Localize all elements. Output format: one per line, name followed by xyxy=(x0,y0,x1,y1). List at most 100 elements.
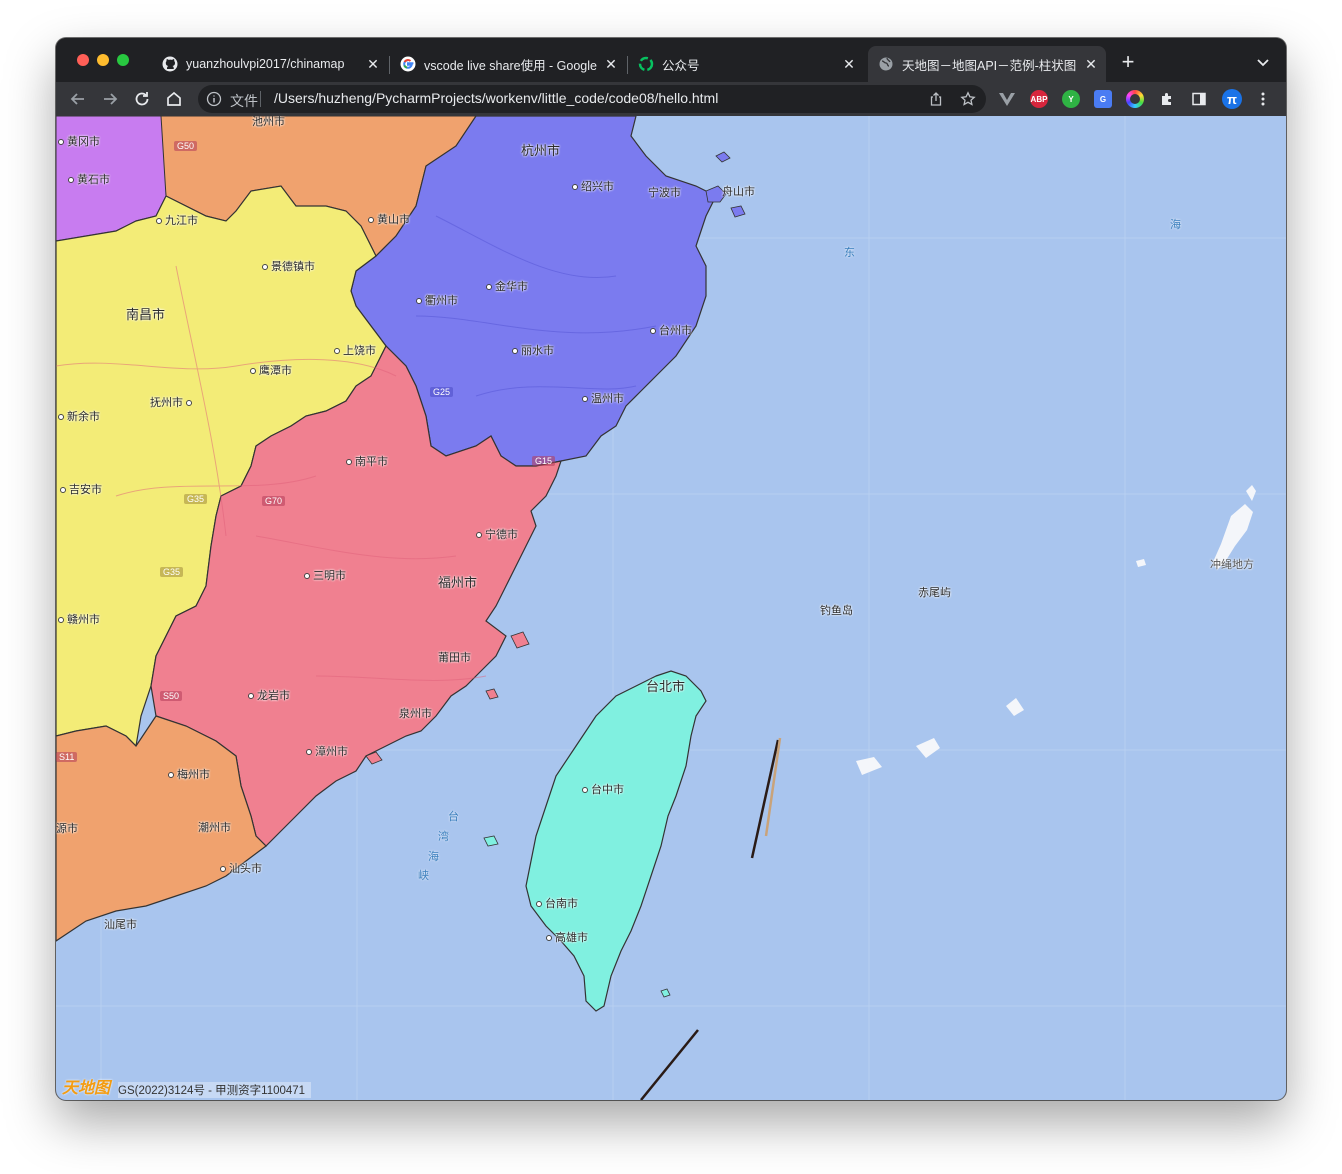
color-picker-icon[interactable] xyxy=(1126,90,1144,108)
forward-button[interactable] xyxy=(98,87,122,111)
chart-bar xyxy=(750,739,780,859)
tab-title: yuanzhoulvpi2017/chinamap xyxy=(186,57,345,71)
url-text[interactable]: /Users/huzheng/PycharmProjects/workenv/l… xyxy=(274,90,718,106)
chevron-down-icon xyxy=(1257,59,1269,67)
city-label: 池州市 xyxy=(252,116,285,128)
city-label: 赣州市 xyxy=(58,611,100,627)
google-icon xyxy=(400,56,416,72)
city-label: 汕头市 xyxy=(220,860,262,876)
back-button[interactable] xyxy=(66,87,90,111)
city-label: 景德镇市 xyxy=(262,258,315,274)
window-close-button[interactable] xyxy=(77,54,89,66)
sidebar-icon[interactable] xyxy=(1190,90,1208,108)
translate-icon[interactable]: G xyxy=(1094,90,1112,108)
bookmark-star-icon[interactable] xyxy=(958,89,978,109)
tab-vscode[interactable]: vscode live share使用 - Google ✕ xyxy=(390,46,626,82)
sea-label: 海 xyxy=(1170,219,1181,231)
close-icon[interactable]: ✕ xyxy=(840,55,858,73)
info-icon[interactable] xyxy=(206,91,222,110)
highway-shield: G25 xyxy=(430,387,454,397)
close-icon[interactable]: ✕ xyxy=(364,55,382,73)
city-label: 莆田市 xyxy=(438,652,471,664)
city-label: 金华市 xyxy=(486,278,528,294)
city-label: 台北市 xyxy=(646,679,686,694)
scheme-label: 文件 xyxy=(230,93,258,109)
close-icon[interactable]: ✕ xyxy=(1082,55,1100,73)
city-label: 宁德市 xyxy=(476,526,518,542)
vue-devtools-icon[interactable] xyxy=(998,90,1016,108)
arrow-right-icon xyxy=(104,93,118,105)
tab-github[interactable]: yuanzhoulvpi2017/chinamap ✕ xyxy=(152,46,388,82)
city-label: 吉安市 xyxy=(60,481,102,497)
highway-shield: G50 xyxy=(174,141,198,151)
city-label: 福州市 xyxy=(438,575,478,590)
region-taiwan xyxy=(525,670,707,1012)
city-label: 源市 xyxy=(56,823,78,835)
browser-window: yuanzhoulvpi2017/chinamap ✕ vscode live … xyxy=(56,38,1286,1100)
city-label: 泉州市 xyxy=(399,708,432,720)
chart-bar xyxy=(640,1029,699,1100)
tab-title: vscode live share使用 - Google xyxy=(424,58,597,73)
tianditu-logo[interactable]: 天地图 xyxy=(62,1074,110,1098)
yandex-icon[interactable]: Y xyxy=(1062,90,1080,108)
window-maximize-button[interactable] xyxy=(117,54,129,66)
address-bar[interactable]: 文件 /Users/huzheng/PycharmProjects/worken… xyxy=(198,85,986,113)
home-button[interactable] xyxy=(162,87,186,111)
adblock-icon[interactable]: ABP xyxy=(1030,90,1048,108)
sea-label: 峡 xyxy=(418,870,429,882)
profile-icon[interactable]: π xyxy=(1222,89,1242,109)
city-label: 抚州市 xyxy=(150,394,195,410)
sea-label: 湾 xyxy=(438,831,449,843)
city-label: 衢州市 xyxy=(416,292,458,308)
puzzle-icon[interactable] xyxy=(1158,90,1176,108)
city-label: 舟山市 xyxy=(722,186,755,198)
share-icon[interactable] xyxy=(926,89,946,109)
city-label: 梅州市 xyxy=(168,766,210,782)
new-tab-button[interactable]: + xyxy=(1118,51,1138,73)
tab-strip: yuanzhoulvpi2017/chinamap ✕ vscode live … xyxy=(56,38,1286,82)
reload-button[interactable] xyxy=(130,87,154,111)
sea-label: 海 xyxy=(428,851,439,863)
city-label: 汕尾市 xyxy=(104,919,137,931)
city-label: 高雄市 xyxy=(546,929,588,945)
map-copyright: GS(2022)3124号 - 甲测资字1100471 xyxy=(118,1082,312,1098)
tab-title: 天地图－地图API－范例-柱状图 xyxy=(902,58,1077,73)
city-label: 鹰潭市 xyxy=(250,362,292,378)
city-label: 龙岩市 xyxy=(248,687,290,703)
window-minimize-button[interactable] xyxy=(97,54,109,66)
close-icon[interactable]: ✕ xyxy=(602,55,620,73)
tab-search-button[interactable] xyxy=(1254,53,1272,71)
city-label: 潮州市 xyxy=(198,822,231,834)
city-label: 台中市 xyxy=(582,781,624,797)
map-viewport[interactable]: 杭州市 绍兴市 宁波市 舟山市 黄山市 池州市 黄冈市 黄石市 九江市 景德镇市… xyxy=(56,116,1286,1100)
city-label: 宁波市 xyxy=(648,187,681,199)
city-label: 南昌市 xyxy=(126,307,166,322)
home-icon xyxy=(167,91,181,106)
tab-tianditu[interactable]: 天地图－地图API－范例-柱状图 ✕ xyxy=(868,46,1106,82)
highway-shield: G70 xyxy=(262,496,286,506)
island-label: 钓鱼岛 xyxy=(820,605,853,617)
address-divider xyxy=(260,91,261,107)
city-label: 台州市 xyxy=(650,322,692,338)
github-icon xyxy=(162,56,178,72)
highway-shield: G35 xyxy=(184,494,208,504)
highway-shield: S11 xyxy=(56,752,78,762)
sea-label: 台 xyxy=(448,811,459,823)
browser-toolbar: 文件 /Users/huzheng/PycharmProjects/worken… xyxy=(56,82,1286,116)
more-menu-icon[interactable] xyxy=(1254,90,1272,108)
highway-shield: G35 xyxy=(160,567,184,577)
map-canvas[interactable] xyxy=(56,116,1286,1100)
reload-icon xyxy=(135,92,149,106)
globe-icon xyxy=(878,56,894,72)
city-label: 漳州市 xyxy=(306,743,348,759)
tab-title: 公众号 xyxy=(662,58,700,73)
city-label: 新余市 xyxy=(58,408,100,424)
arrow-left-icon xyxy=(70,93,84,105)
island-label: 赤尾屿 xyxy=(918,587,951,599)
wechat-icon xyxy=(638,56,654,72)
city-label: 黄石市 xyxy=(68,171,110,187)
city-label: 九江市 xyxy=(156,212,198,228)
region-label: 冲绳地方 xyxy=(1210,559,1254,571)
city-label: 温州市 xyxy=(582,390,624,406)
tab-wechat[interactable]: 公众号 ✕ xyxy=(628,46,864,82)
